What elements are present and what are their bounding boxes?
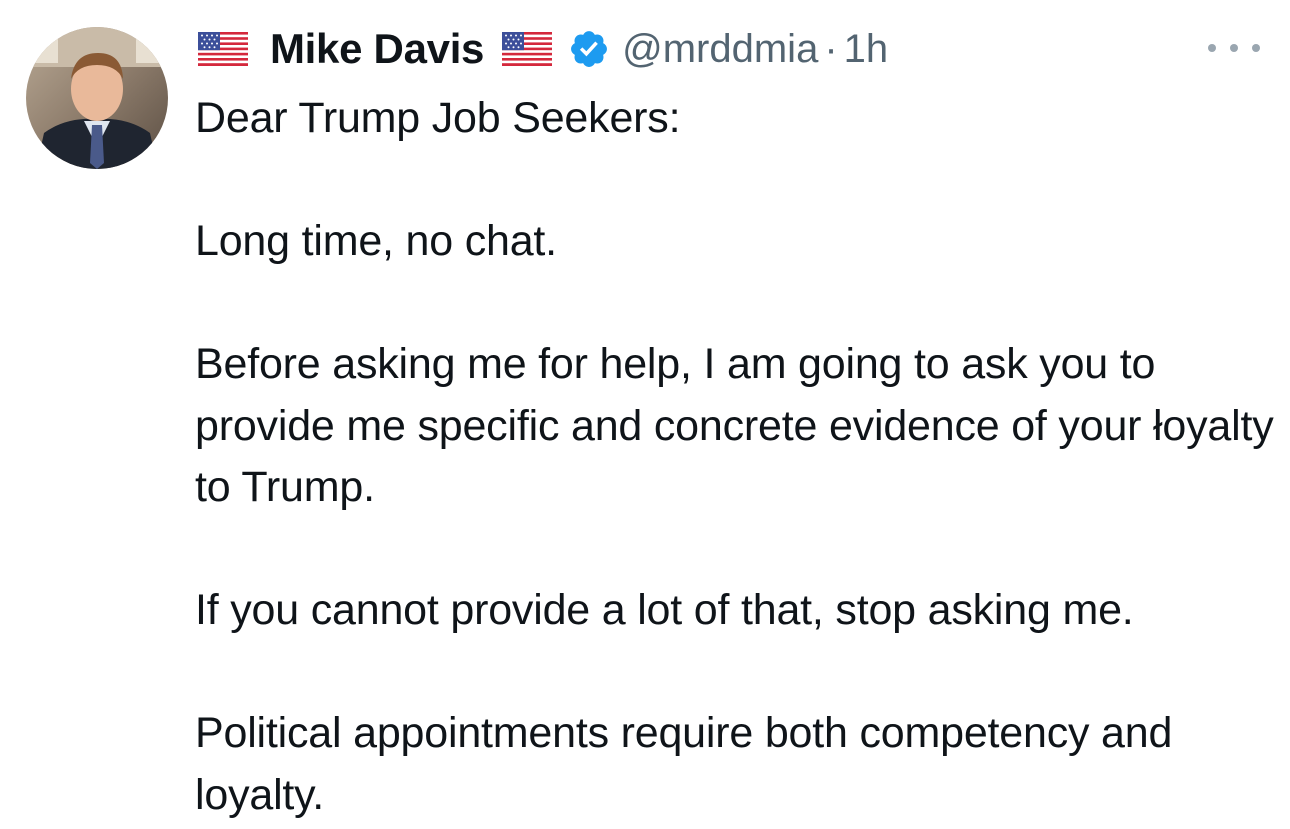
tweet-header: Mike Davis @mrddmia · 1h xyxy=(198,22,888,76)
more-dot xyxy=(1230,44,1238,52)
tweet-paragraph: Long time, no chat. xyxy=(195,217,557,265)
display-name[interactable]: Mike Davis xyxy=(270,25,484,73)
more-dot xyxy=(1252,44,1260,52)
tweet[interactable]: Mike Davis @mrddmia · 1h Dear Trump Job … xyxy=(0,0,1290,829)
verified-badge-icon[interactable] xyxy=(568,28,610,70)
tweet-text: Dear Trump Job Seekers: Long time, no ch… xyxy=(195,88,1275,826)
more-dot xyxy=(1208,44,1216,52)
tweet-timestamp[interactable]: 1h xyxy=(844,27,889,72)
tweet-paragraph: Dear Trump Job Seekers: xyxy=(195,94,681,142)
tweet-paragraph: Before asking me for help, I am going to… xyxy=(195,340,1274,511)
separator-dot: · xyxy=(824,26,838,71)
more-horizontal-icon[interactable] xyxy=(1208,34,1260,62)
tweet-paragraph: Political appointments require both comp… xyxy=(195,709,1173,819)
tweet-paragraph: If you cannot provide a lot of that, sto… xyxy=(195,586,1134,634)
us-flag-icon xyxy=(198,32,248,66)
author-handle[interactable]: @mrddmia xyxy=(622,27,818,72)
us-flag-icon xyxy=(502,32,553,66)
avatar[interactable] xyxy=(26,27,168,169)
